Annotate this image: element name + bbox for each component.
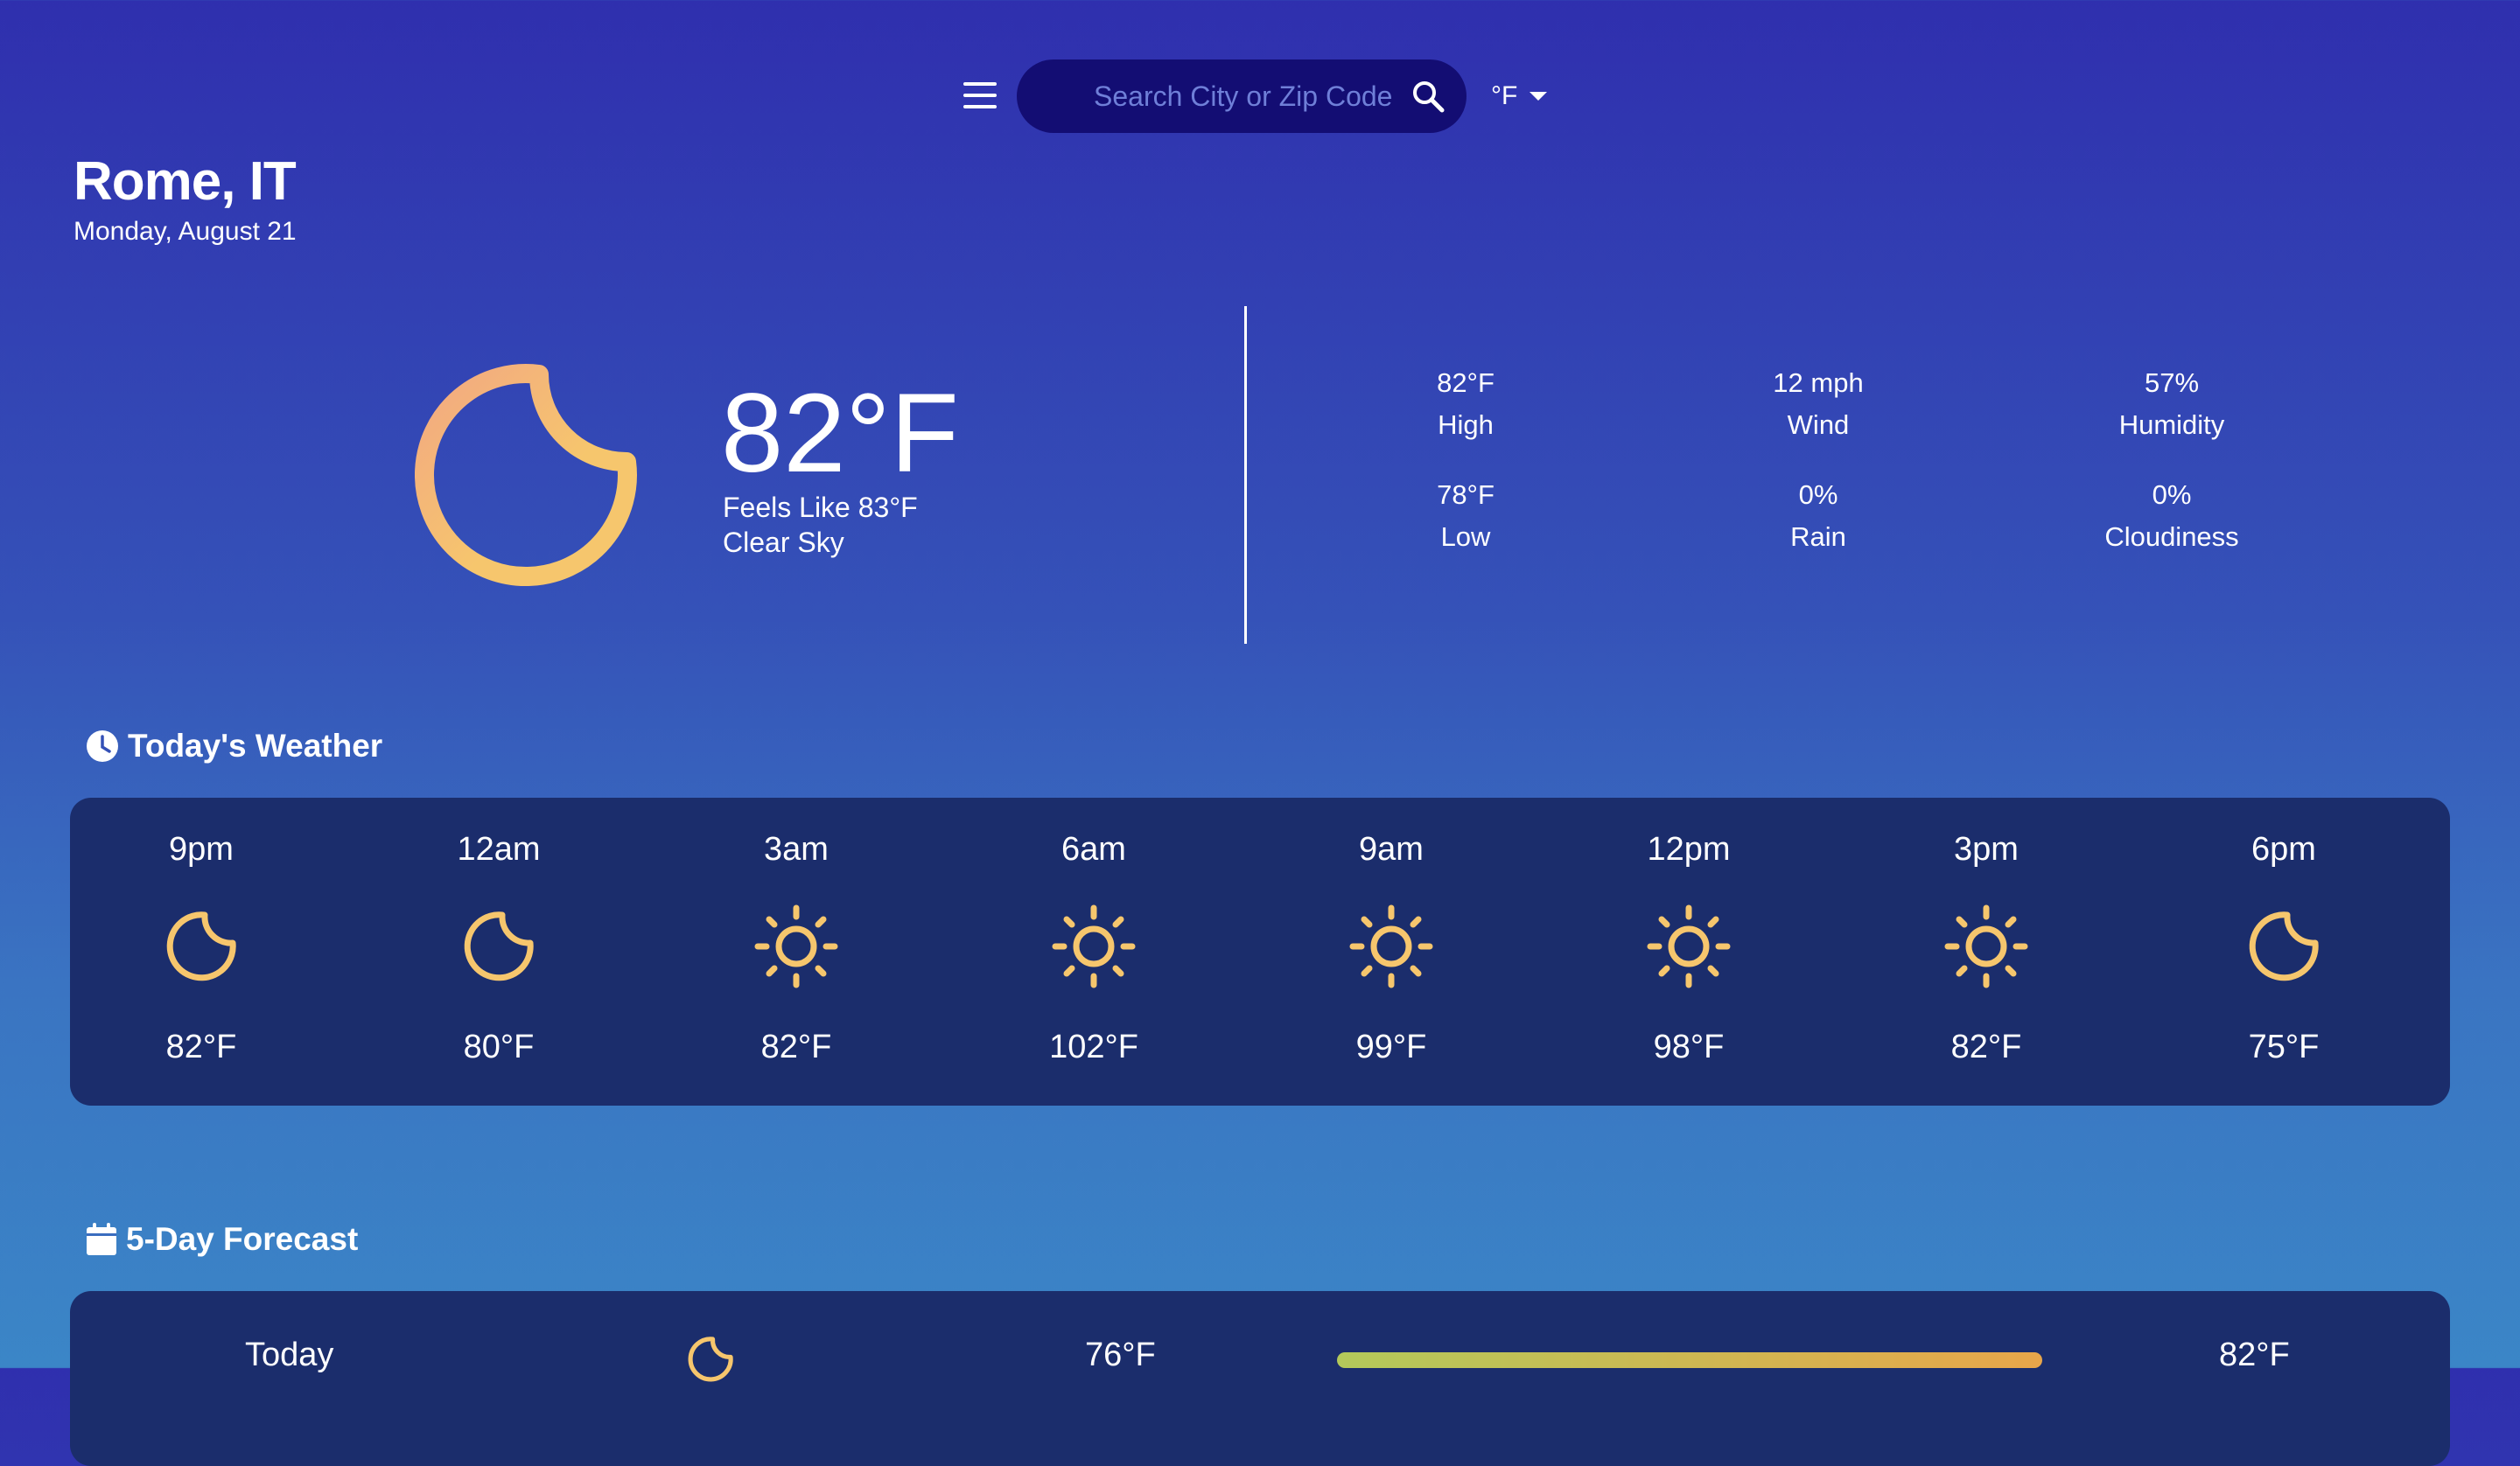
stat-humidity: 57% Humidity	[2067, 362, 2277, 446]
temperature-range-bar	[1337, 1352, 2042, 1368]
stat-label: Wind	[1787, 409, 1850, 440]
search-input[interactable]	[1094, 59, 1391, 133]
hour-temperature: 98°F	[1653, 1029, 1725, 1065]
forecast-row: Today 76°F 82°F	[70, 1291, 2450, 1387]
hour-temperature: 82°F	[165, 1029, 237, 1065]
stat-value: 57%	[2144, 367, 2200, 398]
city-name: Rome, IT	[74, 151, 297, 212]
stat-rain: 0% Rain	[1713, 474, 1923, 558]
hour-time: 6am	[1061, 831, 1126, 868]
weather-condition: Clear Sky	[723, 527, 844, 558]
divider	[1244, 306, 1247, 644]
stat-wind: 12 mph Wind	[1713, 362, 1923, 446]
hour-time: 12pm	[1647, 831, 1731, 868]
search-icon[interactable]	[1409, 77, 1447, 115]
stat-value: 78°F	[1437, 479, 1494, 510]
forecast-low: 76°F	[1085, 1337, 1156, 1373]
feels-like: Feels Like 83°F	[723, 492, 918, 523]
hour-temperature: 82°F	[760, 1029, 832, 1065]
hour-temperature: 80°F	[463, 1029, 535, 1065]
sun-icon	[1349, 904, 1433, 988]
chevron-down-icon	[1530, 92, 1548, 101]
moon-icon	[688, 1337, 733, 1382]
hour-time: 12am	[457, 831, 541, 868]
stat-cloudiness: 0% Cloudiness	[2067, 474, 2277, 558]
hour-time: 9am	[1359, 831, 1424, 868]
stat-value: 82°F	[1437, 367, 1494, 398]
hour-item: 3pm 82°F	[1899, 798, 2074, 1106]
hour-item: 6am 102°F	[1006, 798, 1181, 1106]
stat-low: 78°F Low	[1361, 474, 1571, 558]
hour-item: 9pm 82°F	[114, 798, 289, 1106]
hour-time: 9pm	[169, 831, 234, 868]
current-temperature: 82°F	[721, 371, 959, 496]
five-day-forecast-heading: 5-Day Forecast	[86, 1221, 358, 1258]
hour-item: 6pm 75°F	[2196, 798, 2371, 1106]
moon-icon	[166, 911, 236, 981]
hourly-forecast: 9pm 82°F 12am 80°F 3am 82°F 6am 102°F 9a…	[70, 798, 2450, 1106]
clock-icon	[87, 730, 118, 762]
sun-icon	[754, 904, 838, 988]
hour-temperature: 82°F	[1950, 1029, 2022, 1065]
sun-icon	[1944, 904, 2028, 988]
section-title: Today's Weather	[128, 728, 383, 764]
todays-weather-heading: Today's Weather	[86, 728, 382, 764]
stat-value: 0%	[2152, 479, 2192, 510]
menu-icon[interactable]	[959, 80, 1003, 114]
sun-icon	[1647, 904, 1731, 988]
stat-label: Rain	[1790, 521, 1846, 552]
stat-value: 0%	[1798, 479, 1838, 510]
stat-value: 12 mph	[1773, 367, 1864, 398]
stat-high: 82°F High	[1361, 362, 1571, 446]
stat-label: High	[1438, 409, 1494, 440]
hour-temperature: 102°F	[1049, 1029, 1138, 1065]
stat-label: Low	[1440, 521, 1491, 552]
moon-icon	[464, 911, 534, 981]
hour-item: 3am 82°F	[709, 798, 884, 1106]
hour-item: 12am 80°F	[411, 798, 586, 1106]
calendar-icon	[87, 1223, 116, 1255]
hour-temperature: 99°F	[1355, 1029, 1427, 1065]
hour-time: 3pm	[1954, 831, 2019, 868]
hour-temperature: 75°F	[2248, 1029, 2320, 1065]
unit-dropdown[interactable]: °F	[1491, 77, 1548, 115]
forecast-day: Today	[245, 1337, 334, 1373]
hour-time: 6pm	[2251, 831, 2316, 868]
stat-label: Humidity	[2118, 409, 2225, 440]
section-title: 5-Day Forecast	[126, 1221, 359, 1257]
sun-icon	[1052, 904, 1136, 988]
hour-item: 9am 99°F	[1304, 798, 1479, 1106]
search-bar	[1017, 59, 1466, 133]
stat-label: Cloudiness	[2104, 521, 2239, 552]
forecast-high: 82°F	[2219, 1337, 2290, 1373]
daily-forecast: Today 76°F 82°F	[70, 1291, 2450, 1466]
moon-icon	[415, 364, 637, 587]
current-date: Monday, August 21	[74, 217, 297, 246]
moon-icon	[2249, 911, 2319, 981]
hour-time: 3am	[764, 831, 829, 868]
unit-label: °F	[1491, 81, 1518, 110]
hour-item: 12pm 98°F	[1601, 798, 1776, 1106]
